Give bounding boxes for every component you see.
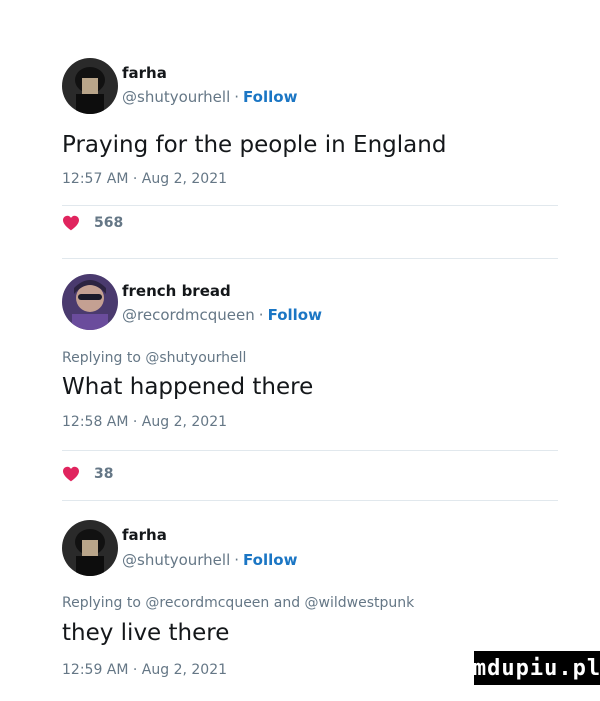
watermark-logo: mdupiu.pl: [473, 651, 600, 685]
follow-button[interactable]: Follow: [243, 551, 297, 569]
tweet-text: they live there: [62, 620, 230, 646]
replying-to[interactable]: Replying to @recordmcqueen and @wildwest…: [62, 595, 414, 611]
author-name[interactable]: farha: [122, 526, 167, 544]
tweet-3: farha @shutyourhell · Follow Replying to @…: [62, 0, 558, 701]
separator: ·: [234, 551, 240, 569]
divider: [62, 500, 558, 501]
handle-row: @shutyourhell · Follow: [122, 551, 297, 569]
avatar[interactable]: [62, 520, 118, 576]
author-handle[interactable]: @shutyourhell: [122, 551, 230, 569]
tweet-timestamp[interactable]: 12:59 AM · Aug 2, 2021: [62, 662, 227, 678]
